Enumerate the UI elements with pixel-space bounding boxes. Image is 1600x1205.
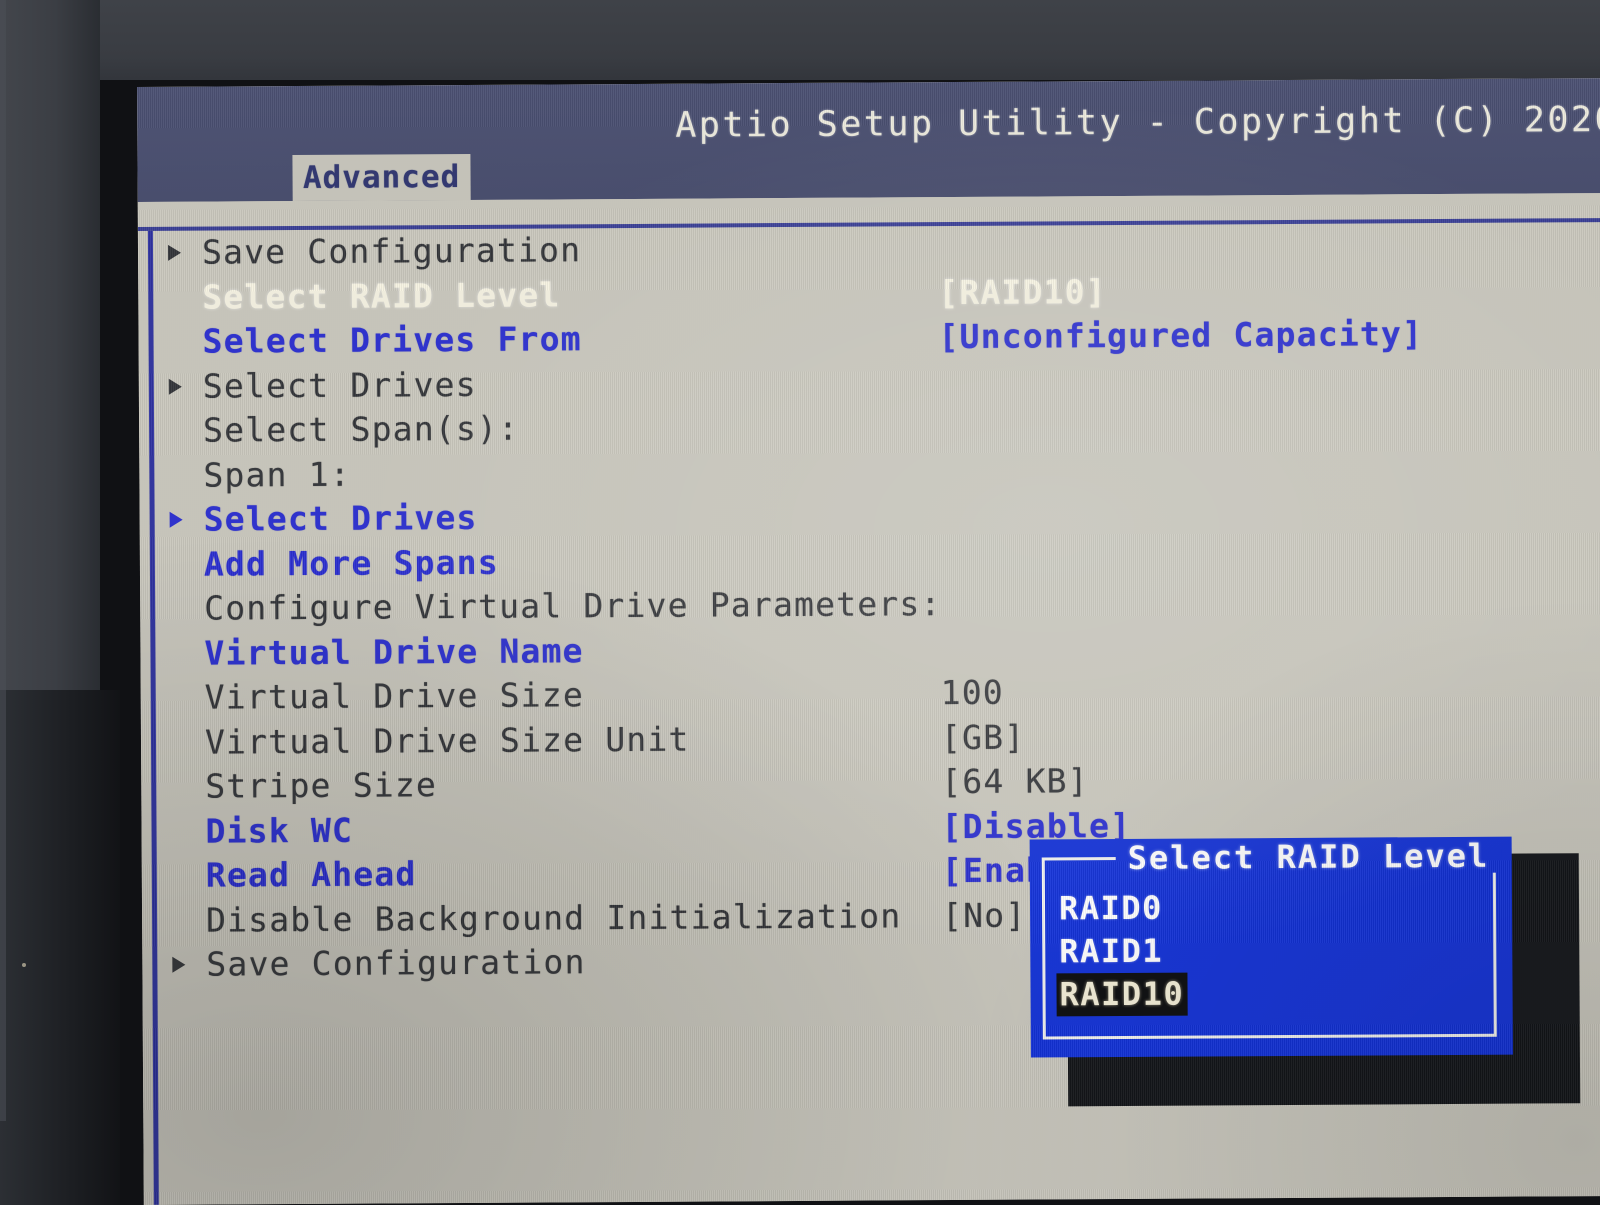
menu-item-label: Read Ahead (205, 854, 417, 895)
monitor-bezel-left-lower (0, 690, 120, 1205)
menu-item-value[interactable]: [64 KB] (941, 759, 1089, 804)
dialog-option[interactable]: RAID1 (1056, 930, 1166, 974)
menu-item-label: Select Span(s): (202, 408, 520, 450)
menu-item-label: Select Drives (203, 497, 478, 539)
menu-item-label: Select RAID Level (202, 274, 561, 317)
bezel-dust-speck (22, 963, 26, 967)
menu-item-label: Save Configuration (201, 230, 582, 272)
tab-advanced[interactable]: Advanced (292, 153, 471, 202)
menu-item-label: Save Configuration (206, 942, 586, 984)
menu-item-label: Virtual Drive Size Unit (204, 719, 690, 762)
dialog-option-list: RAID0 RAID1 RAID10 (1056, 887, 1188, 1017)
menu-item-label: Disable Background Initialization (205, 895, 902, 940)
submenu-arrow-icon (169, 511, 183, 529)
bios-screen: Aptio Setup Utility - Copyright (C) 2020… (137, 78, 1600, 1205)
menu-item-value[interactable]: [Unconfigured Capacity] (938, 312, 1423, 359)
menu-item-value[interactable]: 100 (941, 671, 1004, 716)
menu-item-label: Virtual Drive Name (204, 630, 584, 673)
menu-item-label: Span 1: (203, 454, 351, 495)
menu-item-label: Stripe Size (205, 765, 438, 806)
menu-item-label: Select Drives (202, 364, 477, 406)
dialog-option[interactable]: RAID10 (1056, 972, 1188, 1017)
menu-item-label: Select Drives From (202, 319, 582, 361)
submenu-arrow-icon (172, 956, 186, 974)
monitor-photo: Aptio Setup Utility - Copyright (C) 2020… (0, 0, 1600, 1205)
monitor-bezel-highlight (0, 0, 6, 1121)
menu-item-value[interactable]: [GB] (941, 715, 1026, 760)
menu-item-value[interactable]: [No] (942, 893, 1027, 938)
submenu-arrow-icon (167, 244, 182, 262)
submenu-arrow-icon (168, 378, 182, 395)
menu-item-value[interactable]: [RAID10] (938, 270, 1107, 316)
select-raid-level-dialog[interactable]: Select RAID Level RAID0 RAID1 RAID10 (1029, 836, 1513, 1058)
menu-item-label: Disk WC (205, 810, 354, 851)
menu-item-label: Configure Virtual Drive Parameters: (204, 584, 942, 628)
dialog-title: Select RAID Level (1115, 837, 1502, 877)
dialog-option[interactable]: RAID0 (1056, 887, 1166, 931)
menu-item-label: Add More Spans (203, 542, 499, 584)
menu-item-label: Virtual Drive Size (204, 675, 585, 717)
